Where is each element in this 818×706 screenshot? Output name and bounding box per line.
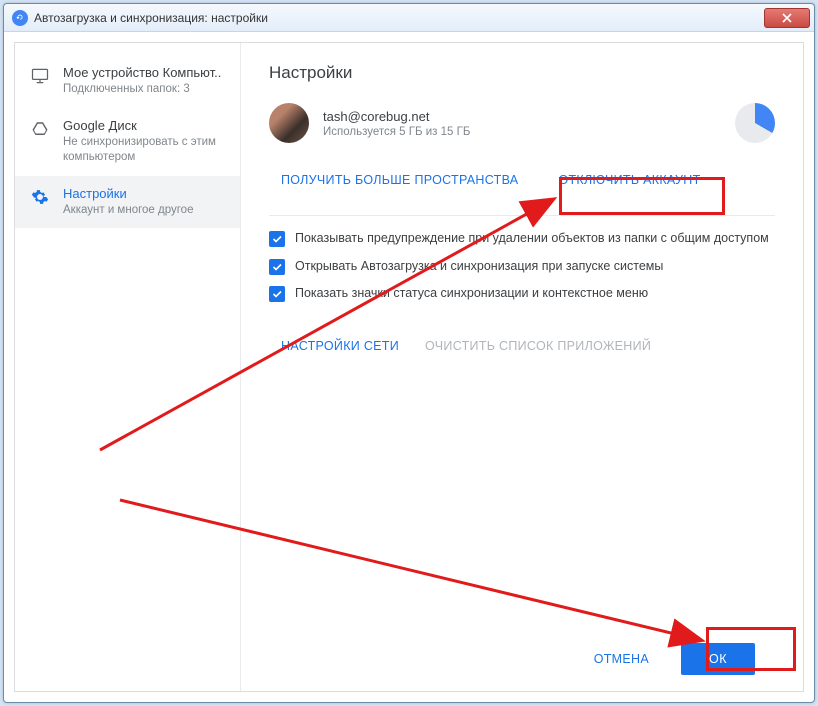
window-title: Автозагрузка и синхронизация: настройки <box>34 11 764 25</box>
inner-panel: Мое устройство Компьют.. Подключенных па… <box>14 42 804 692</box>
cancel-button[interactable]: ОТМЕНА <box>580 644 663 674</box>
storage-pie-icon <box>735 103 775 143</box>
sidebar-item-drive[interactable]: Google Диск Не синхронизировать с этим к… <box>15 108 240 176</box>
avatar <box>269 103 309 143</box>
check-warn-delete[interactable]: Показывать предупреждение при удалении о… <box>269 230 775 248</box>
account-email: tash@corebug.net <box>323 109 715 124</box>
close-icon <box>782 13 792 23</box>
network-settings-button[interactable]: НАСТРОЙКИ СЕТИ <box>281 331 399 361</box>
sidebar-item-sub: Подключенных папок: 3 <box>63 82 228 98</box>
settings-window: Автозагрузка и синхронизация: настройки … <box>3 3 815 703</box>
gear-icon <box>29 186 51 208</box>
sidebar-item-sub: Аккаунт и многое другое <box>63 203 228 219</box>
check-open-startup[interactable]: Открывать Автозагрузка и синхронизация п… <box>269 258 775 276</box>
sidebar: Мое устройство Компьют.. Подключенных па… <box>15 43 241 691</box>
sidebar-item-sub: Не синхронизировать с этим компьютером <box>63 135 228 166</box>
footer: ОТМЕНА ОК <box>269 627 775 691</box>
clear-apps-button: ОЧИСТИТЬ СПИСОК ПРИЛОЖЕНИЙ <box>425 331 651 361</box>
content: Мое устройство Компьют.. Подключенных па… <box>4 32 814 702</box>
account-row: tash@corebug.net Используется 5 ГБ из 15… <box>269 103 775 143</box>
account-usage: Используется 5 ГБ из 15 ГБ <box>323 126 715 138</box>
main-panel: Настройки tash@corebug.net Используется … <box>241 43 803 691</box>
sidebar-item-label: Google Диск <box>63 118 228 133</box>
titlebar: Автозагрузка и синхронизация: настройки <box>4 4 814 32</box>
sidebar-item-device[interactable]: Мое устройство Компьют.. Подключенных па… <box>15 55 240 108</box>
buttons-row: НАСТРОЙКИ СЕТИ ОЧИСТИТЬ СПИСОК ПРИЛОЖЕНИ… <box>269 331 775 361</box>
page-title: Настройки <box>269 63 775 83</box>
drive-icon <box>29 118 51 140</box>
sidebar-item-label: Настройки <box>63 186 228 201</box>
sidebar-item-settings[interactable]: Настройки Аккаунт и многое другое <box>15 176 240 229</box>
check-show-icons[interactable]: Показать значки статуса синхронизации и … <box>269 285 775 303</box>
checkbox-label: Открывать Автозагрузка и синхронизация п… <box>295 258 663 276</box>
checkbox-label: Показывать предупреждение при удалении о… <box>295 230 769 248</box>
get-more-space-link[interactable]: ПОЛУЧИТЬ БОЛЬШЕ ПРОСТРАНСТВА <box>281 167 518 193</box>
divider <box>269 215 775 216</box>
checkbox-checked-icon[interactable] <box>269 259 285 275</box>
checkbox-checked-icon[interactable] <box>269 231 285 247</box>
account-links: ПОЛУЧИТЬ БОЛЬШЕ ПРОСТРАНСТВА ОТКЛЮЧИТЬ А… <box>269 167 775 193</box>
ok-button[interactable]: ОК <box>681 643 755 675</box>
disconnect-account-link[interactable]: ОТКЛЮЧИТЬ АККАУНТ <box>558 167 700 193</box>
sidebar-item-label: Мое устройство Компьют.. <box>63 65 228 80</box>
app-icon <box>12 10 28 26</box>
checkbox-label: Показать значки статуса синхронизации и … <box>295 285 648 303</box>
checkbox-checked-icon[interactable] <box>269 286 285 302</box>
monitor-icon <box>29 65 51 87</box>
close-button[interactable] <box>764 8 810 28</box>
